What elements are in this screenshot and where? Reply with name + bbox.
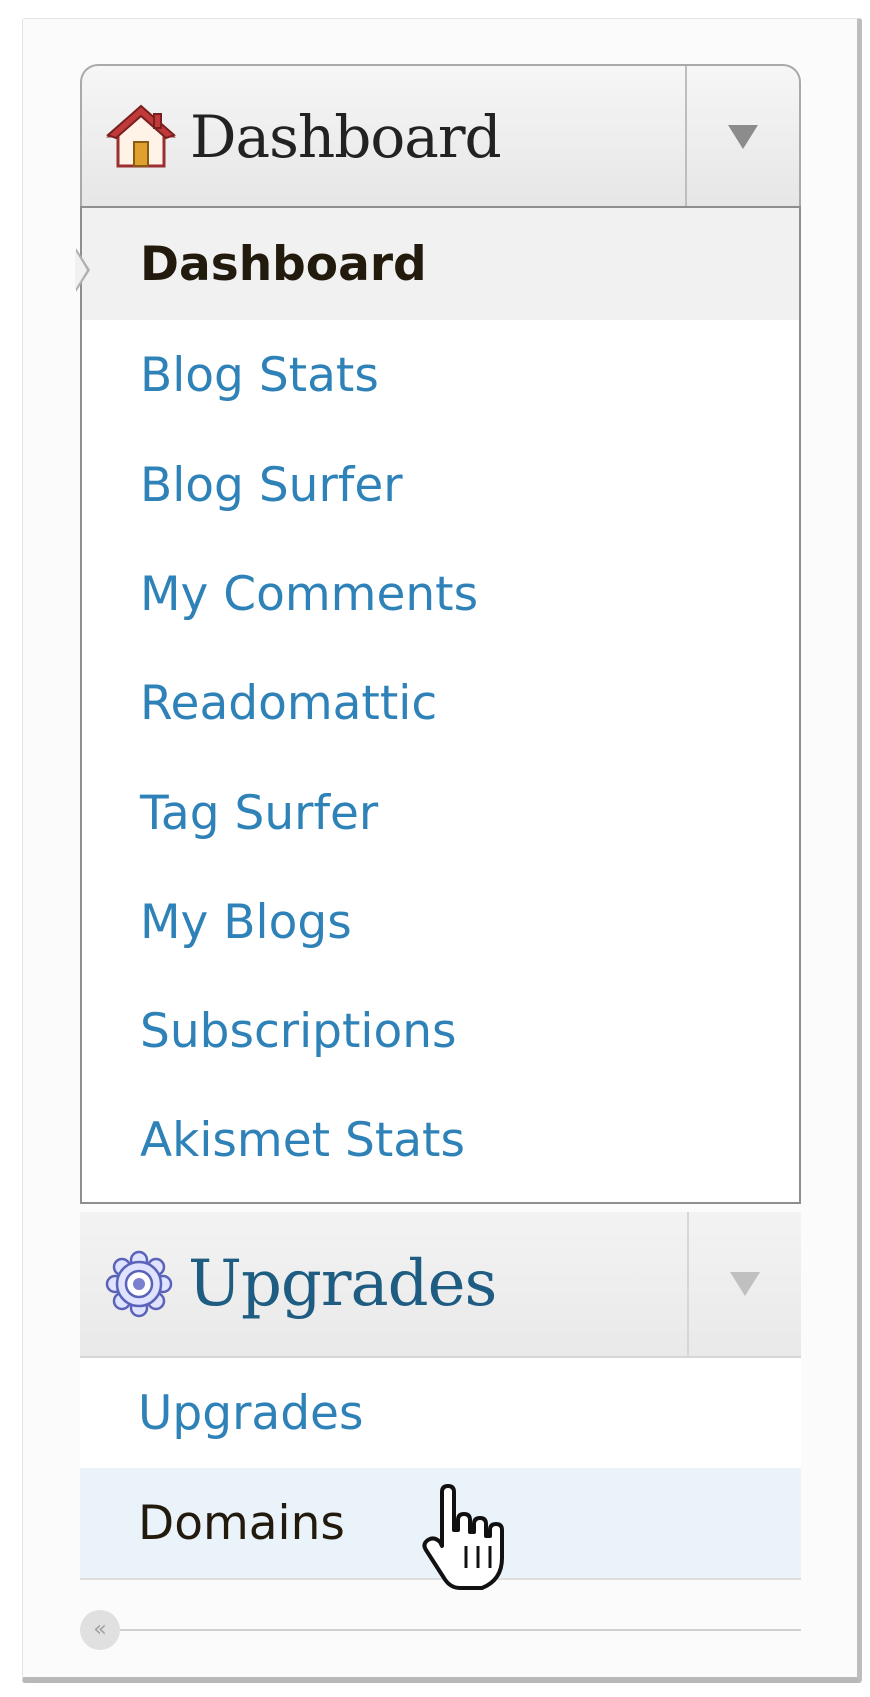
dashboard-submenu: Dashboard Blog Stats Blog Surfer My Comm…	[80, 206, 801, 1204]
collapse-menu-row: «	[80, 1608, 801, 1652]
collapse-divider	[120, 1629, 801, 1631]
upgrades-header-label: Upgrades	[188, 1247, 497, 1321]
dashboard-toggle-button[interactable]	[685, 66, 799, 208]
dashboard-menu-header[interactable]: Dashboard	[80, 64, 801, 208]
triangle-down-icon	[728, 125, 758, 149]
submenu-item-tag-surfer[interactable]: Tag Surfer	[82, 758, 799, 869]
submenu-item-my-comments[interactable]: My Comments	[82, 539, 799, 650]
collapse-menu-icon[interactable]: «	[80, 1610, 120, 1650]
submenu-item-dashboard[interactable]: Dashboard	[82, 208, 799, 320]
triangle-down-icon	[730, 1272, 760, 1296]
house-icon	[106, 104, 176, 168]
upgrades-header-title[interactable]: Upgrades	[80, 1212, 688, 1356]
hand-pointer-icon	[422, 1484, 504, 1590]
dashboard-header-title[interactable]: Dashboard	[82, 66, 686, 208]
submenu-item-blog-stats[interactable]: Blog Stats	[82, 320, 799, 431]
submenu-item-my-blogs[interactable]: My Blogs	[82, 867, 799, 978]
upgrades-toggle-button[interactable]	[687, 1212, 801, 1356]
submenu-item-akismet-stats[interactable]: Akismet Stats	[82, 1085, 799, 1196]
upgrades-menu-header[interactable]: Upgrades	[80, 1212, 801, 1358]
dashboard-header-label: Dashboard	[190, 103, 502, 171]
submenu-item-readomattic[interactable]: Readomattic	[82, 648, 799, 759]
submenu-item-subscriptions[interactable]: Subscriptions	[82, 976, 799, 1087]
gear-icon	[105, 1250, 173, 1318]
submenu-item-blog-surfer[interactable]: Blog Surfer	[82, 430, 799, 541]
submenu-item-upgrades[interactable]: Upgrades	[80, 1358, 801, 1468]
current-item-pointer-fill	[75, 250, 87, 290]
